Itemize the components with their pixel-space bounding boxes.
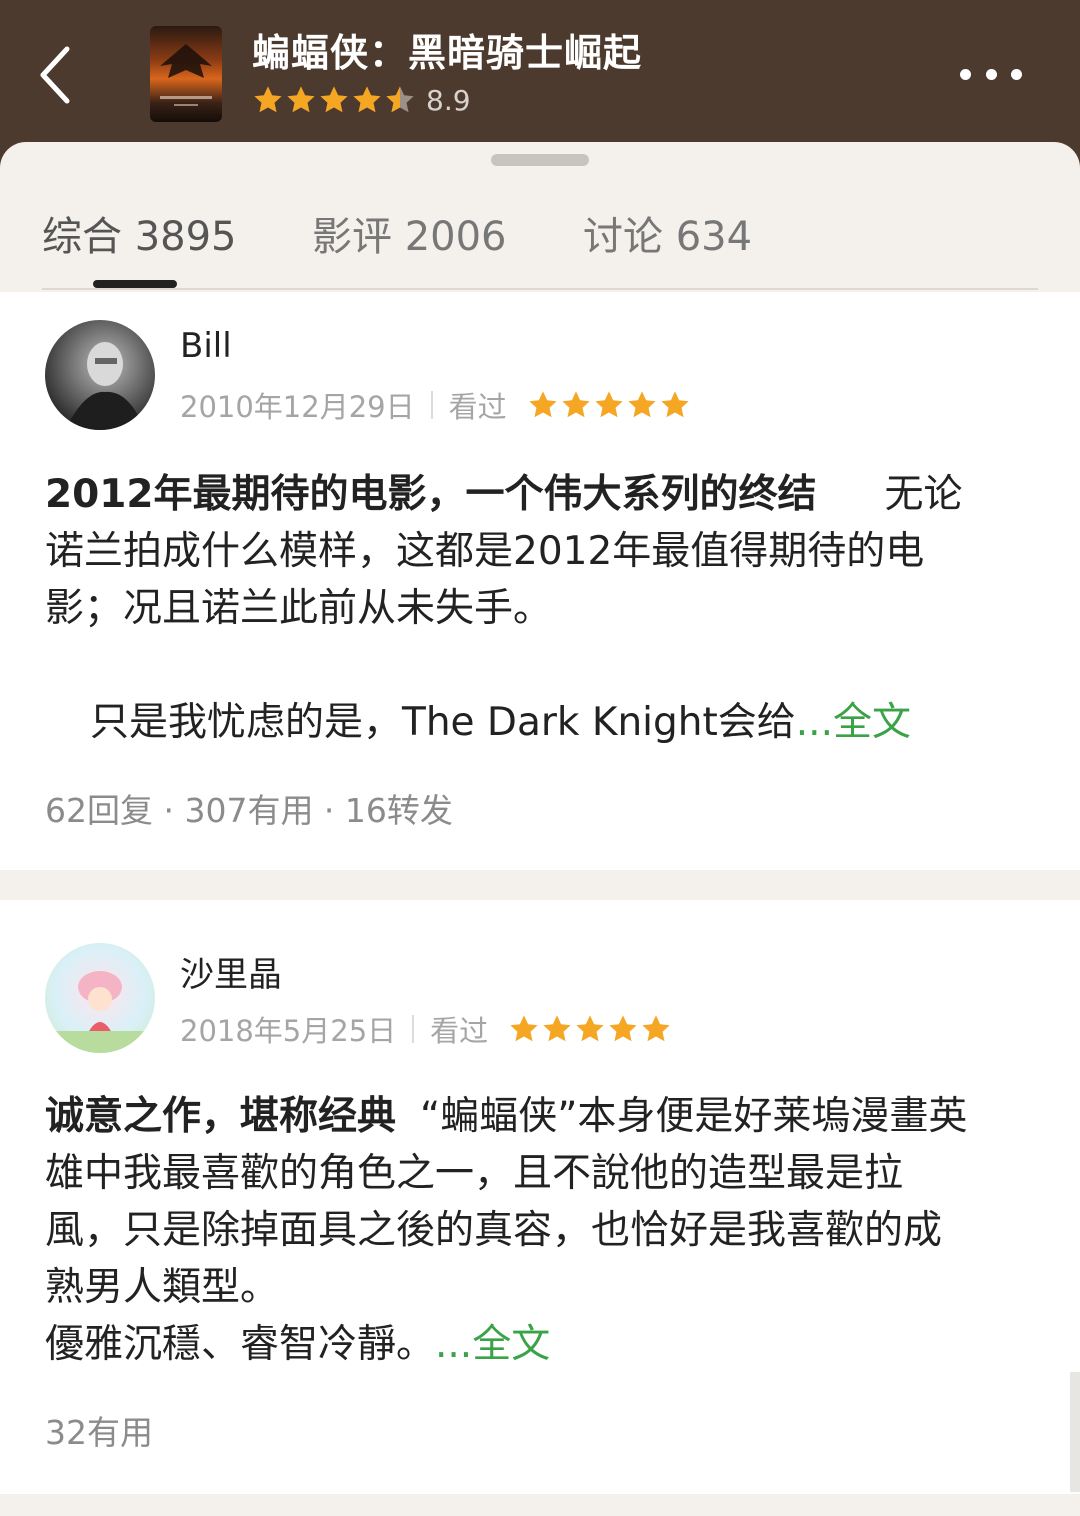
review-date: 2018年5月25日	[180, 1014, 397, 1048]
review-meta: 2018年5月25日 看过	[180, 1008, 672, 1050]
watch-status: 看过	[448, 390, 507, 424]
tab-bar: 综合 3895 影评 2006 讨论 634	[0, 182, 1080, 290]
star-icon	[628, 391, 656, 418]
read-full-link[interactable]: ...全文	[435, 1322, 550, 1367]
review-username[interactable]: 沙里晶	[180, 947, 282, 996]
review-title: 2012年最期待的电影，一个伟大系列的终结	[45, 472, 817, 517]
review-date: 2010年12月29日	[180, 390, 415, 424]
half-star-icon	[386, 86, 414, 113]
review-text: 只是我忧虑的是，The Dark Knight会给	[90, 700, 796, 745]
star-icon	[642, 1015, 670, 1042]
tab-overall[interactable]: 综合 3895	[42, 204, 237, 262]
read-full-link[interactable]: ...全文	[796, 700, 911, 745]
title-block: 蝙蝠侠：黑暗骑士崛起 8.9	[252, 28, 642, 118]
star-icon	[576, 1015, 604, 1042]
review-text: 優雅沉穩、睿智冷靜。	[45, 1322, 436, 1367]
header-stars	[252, 84, 416, 116]
star-icon	[320, 86, 348, 113]
review-title: 诚意之作，堪称经典	[45, 1094, 397, 1139]
star-icon	[661, 391, 689, 418]
more-dots-icon	[985, 68, 997, 80]
tab-reviews[interactable]: 影评 2006	[312, 204, 507, 262]
tab-discussion[interactable]: 讨论 634	[583, 204, 752, 262]
star-icon	[562, 391, 590, 418]
rating-row: 8.9	[252, 82, 642, 118]
avatar-photo	[65, 342, 145, 430]
review-text: 无论	[884, 472, 963, 517]
review-stars	[508, 1013, 672, 1045]
drag-handle[interactable]	[491, 154, 589, 166]
review-body[interactable]: 诚意之作，堪称经典 “蝙蝠侠”本身便是好莱塢漫畫英 雄中我最喜歡的角色之一，且不說…	[45, 1088, 1035, 1373]
star-icon	[595, 391, 623, 418]
star-icon	[353, 86, 381, 113]
tab-divider	[42, 288, 1038, 290]
review-body[interactable]: 2012年最期待的电影，一个伟大系列的终结 无论 诺兰拍成什么模样，这都是2012…	[45, 466, 1035, 751]
review-card[interactable]: 沙里晶 2018年5月25日 看过 诚意之作，堪称经典 “蝙蝠侠”本身便是好莱塢漫…	[0, 900, 1080, 1494]
back-button[interactable]	[30, 40, 80, 110]
more-dots-icon	[1011, 68, 1022, 80]
rating-score: 8.9	[426, 83, 471, 117]
star-icon	[543, 1015, 571, 1042]
divider	[412, 1015, 415, 1043]
review-text: 熟男人類型。	[45, 1265, 280, 1310]
review-card[interactable]: Bill 2010年12月29日 看过 2012年最期待的电影，一个伟大系列的终…	[0, 292, 1080, 870]
poster-art	[160, 44, 212, 106]
active-tab-indicator	[93, 280, 177, 288]
star-icon	[529, 391, 557, 418]
review-username[interactable]: Bill	[180, 326, 232, 366]
review-stars	[527, 389, 691, 421]
review-meta: 2010年12月29日 看过	[180, 384, 691, 426]
review-stats: 32有用	[45, 1413, 153, 1452]
star-icon	[609, 1015, 637, 1042]
chevron-left-icon	[40, 46, 70, 104]
more-options-button[interactable]	[960, 60, 1022, 88]
star-icon	[510, 1015, 538, 1042]
avatar[interactable]	[45, 320, 155, 430]
review-text: 诺兰拍成什么模样，这都是2012年最值得期待的电	[45, 529, 925, 574]
reviews-sheet: 综合 3895 影评 2006 讨论 634 Bill 2010年12月29日 …	[0, 142, 1080, 1516]
review-stats: 62回复 · 307有用 · 16转发	[45, 791, 453, 830]
avatar-photo	[55, 971, 145, 1053]
avatar[interactable]	[45, 943, 155, 1053]
star-icon	[254, 86, 282, 113]
scrollbar[interactable]	[1070, 1372, 1080, 1492]
more-dots-icon	[960, 68, 971, 80]
review-text: 雄中我最喜歡的角色之一，且不說他的造型最是拉	[45, 1151, 904, 1196]
watch-status: 看过	[430, 1014, 489, 1048]
star-icon	[287, 86, 315, 113]
movie-poster[interactable]	[150, 26, 222, 122]
divider	[430, 391, 433, 419]
movie-title: 蝙蝠侠：黑暗骑士崛起	[252, 31, 643, 75]
review-text: 風，只是除掉面具之後的真容，也恰好是我喜歡的成	[45, 1208, 943, 1253]
review-text: 影；况且诺兰此前从未失手。	[45, 586, 553, 631]
review-text: “蝙蝠侠”本身便是好莱塢漫畫英	[420, 1094, 968, 1139]
